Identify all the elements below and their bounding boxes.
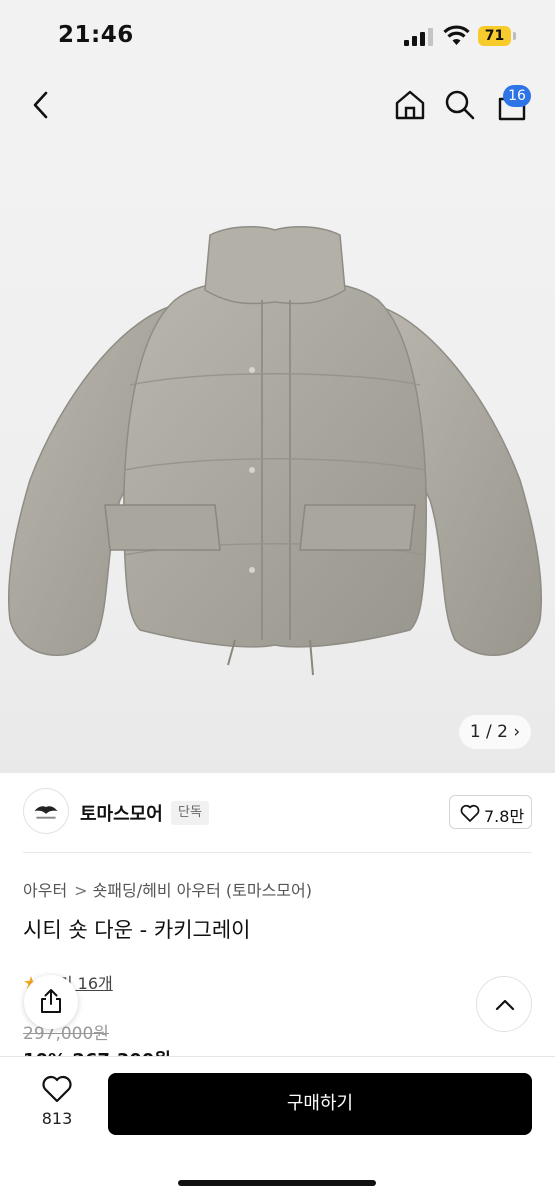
product-title: 시티 숏 다운 - 카키그레이 [23, 918, 251, 942]
status-time: 21:46 [58, 22, 134, 48]
cart-count-badge: 16 [503, 85, 531, 107]
battery-level: 71 [484, 28, 505, 44]
breadcrumb-separator: > [74, 881, 88, 900]
breadcrumb-category[interactable]: 아우터 [23, 877, 67, 901]
share-icon [41, 989, 61, 1013]
back-icon[interactable] [22, 85, 62, 125]
breadcrumb: 아우터 > 숏패딩/헤비 아우터 (토마스모어) [23, 877, 312, 901]
status-bar: 21:46 71 [0, 0, 555, 72]
search-icon[interactable] [440, 85, 480, 125]
seller-name[interactable]: 토마스모어 [80, 800, 163, 826]
bottom-action-bar: 813 구매하기 [0, 1056, 555, 1200]
heart-icon [460, 804, 480, 822]
buy-button[interactable]: 구매하기 [108, 1073, 532, 1135]
wifi-icon [443, 25, 470, 45]
breadcrumb-subcategory[interactable]: 숏패딩/헤비 아우터 (토마스모어) [93, 877, 312, 901]
product-jacket-image [7, 225, 543, 676]
wish-button[interactable]: 813 [26, 1075, 88, 1135]
wish-count: 813 [41, 1109, 73, 1128]
home-icon[interactable] [390, 85, 430, 125]
battery-indicator: 71 [478, 26, 516, 46]
image-pager[interactable]: 1 / 2 › [459, 715, 531, 749]
brand-like-count: 7.8만 [484, 807, 525, 826]
navigation-bar [0, 72, 555, 140]
divider [23, 852, 532, 853]
heart-icon [42, 1075, 72, 1103]
home-indicator [178, 1180, 376, 1186]
seller-row: 토마스모어 단독 7.8만 [0, 788, 555, 838]
signal-icon [404, 28, 433, 46]
brand-like-button[interactable]: 7.8만 [449, 795, 532, 829]
exclusive-badge: 단독 [171, 801, 209, 825]
chevron-up-icon [495, 999, 515, 1011]
product-image-gallery[interactable]: 1 / 2 › [0, 140, 555, 773]
share-button[interactable] [24, 975, 78, 1029]
seller-logo[interactable] [23, 788, 69, 834]
scroll-to-top-button[interactable] [476, 976, 532, 1032]
